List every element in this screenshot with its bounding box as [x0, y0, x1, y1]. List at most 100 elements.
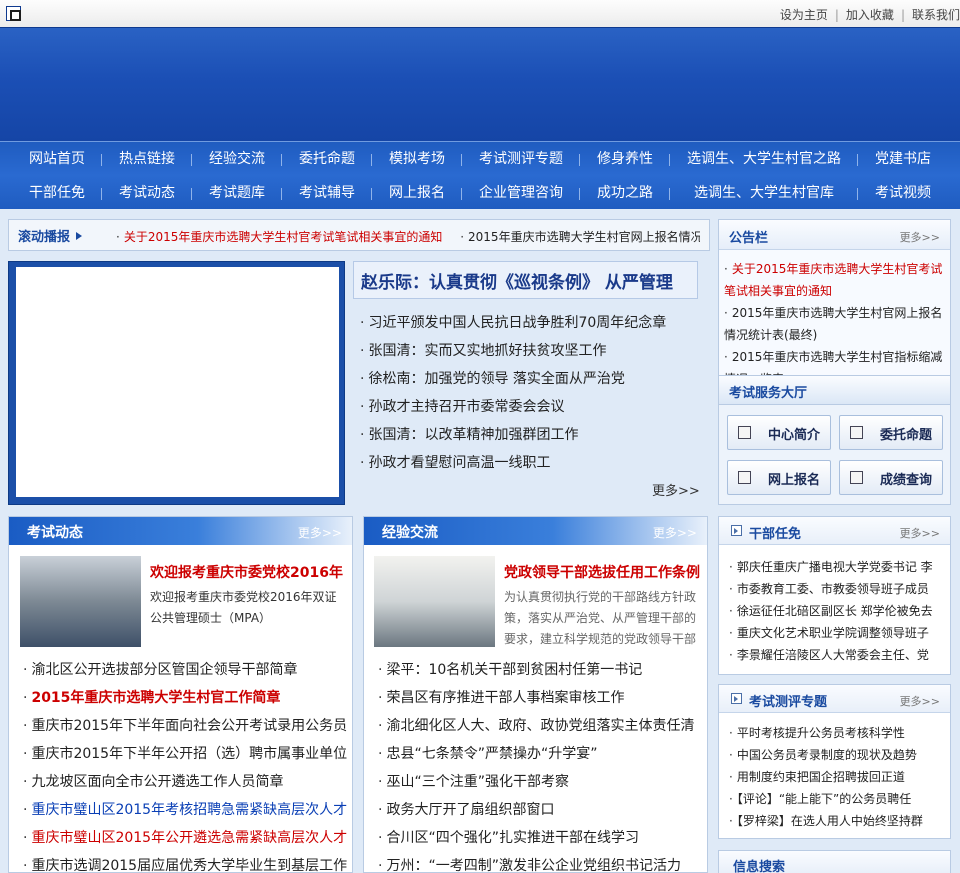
score-query-button[interactable]: 成绩查询 — [839, 460, 943, 495]
experience-more-link[interactable]: 更多>> — [653, 524, 697, 541]
notice-item[interactable]: · 关于2015年重庆市选聘大学生村官考试笔试相关事宜的通知 — [724, 258, 946, 302]
service-hall-title: 考试服务大厅 — [729, 386, 808, 401]
center-intro-button[interactable]: 中心简介 — [727, 415, 831, 450]
list-item[interactable]: · 万州：“一考四制”激发非公企业党组织书记活力 — [378, 852, 704, 873]
list-item[interactable]: · 平时考核提升公务员考核科学性 — [729, 722, 947, 744]
appointments-title: 干部任免 — [749, 527, 802, 542]
notice-more-link[interactable]: 更多>> — [900, 229, 940, 245]
list-item[interactable]: · 渝北细化区人大、政府、政协党组落实主体责任清 — [378, 712, 704, 740]
nav-question-bank[interactable]: 考试题库 — [209, 177, 265, 210]
nav-village-official-library[interactable]: 选调生、大学生村官库 — [694, 177, 834, 210]
list-item[interactable]: · 市委教育工委、市教委领导班子成员 — [729, 578, 947, 600]
list-item[interactable]: · 李景耀任涪陵区人大常委会主任、党 — [729, 644, 947, 666]
ticker-label: 滚动播报 — [18, 226, 82, 245]
nav-consulting[interactable]: 企业管理咨询 — [479, 177, 563, 210]
nav-experience[interactable]: 经验交流 — [209, 143, 265, 176]
notice-title: 公告栏 — [729, 231, 769, 246]
nav-appointments[interactable]: 干部任免 — [29, 177, 85, 210]
notice-list: · 关于2015年重庆市选聘大学生村官考试笔试相关事宜的通知 · 2015年重庆市选… — [724, 258, 946, 390]
evaluation-list: · 平时考核提升公务员考核科学性 · 中国公务员考录制度的现状及趋势 · 用制度约束把… — [729, 722, 947, 832]
nav-tutoring[interactable]: 考试辅导 — [299, 177, 355, 210]
nav-hot-links[interactable]: 热点链接 — [119, 143, 175, 176]
experience-title: 经验交流 — [382, 525, 438, 541]
exam-news-feature-text: 欢迎报考重庆市委党校2016年双证公共管理硕士（MPA） — [150, 590, 337, 625]
list-item[interactable]: · 合川区“四个强化”扎实推进干部在线学习 — [378, 824, 704, 852]
exam-news-box: 考试动态 更多>> 欢迎报考重庆市委党校2016年 欢迎报考重庆市委党校2016… — [8, 516, 353, 873]
list-item[interactable]: · 张国清：以改革精神加强群团工作 — [360, 424, 578, 444]
list-item[interactable]: · 徐松南：加强党的领导 落实全面从严治党 — [360, 368, 625, 388]
list-item[interactable]: · 政务大厅开了扇组织部窗口 — [378, 796, 704, 824]
nav-evaluation[interactable]: 考试测评专题 — [479, 143, 563, 176]
list-item[interactable]: · 【评论】“能上能下”的公务员聘任 — [729, 788, 947, 810]
exam-news-feature-title[interactable]: 欢迎报考重庆市委党校2016年 — [150, 562, 346, 582]
nav-mock-exam[interactable]: 模拟考场 — [389, 143, 445, 176]
nav-exam-video[interactable]: 考试视频 — [875, 177, 931, 210]
nav-commission[interactable]: 委托命题 — [299, 143, 355, 176]
list-item[interactable]: · 重庆市璧山区2015年考核招聘急需紧缺高层次人才 — [23, 796, 349, 824]
add-favorite-link[interactable]: 加入收藏 — [846, 8, 894, 22]
experience-feature-text: 为认真贯彻执行党的干部路线方针政策，落实从严治党、从严管理干部的要求，建立科学规… — [504, 590, 697, 646]
list-item[interactable]: · 中国公务员考录制度的现状及趋势 — [729, 744, 947, 766]
nav-online-signup[interactable]: 网上报名 — [389, 177, 445, 210]
list-item[interactable]: · 郭庆任重庆广播电视大学党委书记 李 — [729, 556, 947, 578]
list-item[interactable]: · 用制度约束把国企招聘拔回正道 — [729, 766, 947, 788]
list-item[interactable]: · 渝北区公开选拔部分区管国企领导干部简章 — [23, 656, 349, 684]
nav-home[interactable]: 网站首页 — [29, 143, 85, 176]
arrow-icon — [731, 525, 742, 536]
list-item[interactable]: · 【罗梓梁】在选人用人中始终坚持群 — [729, 810, 947, 832]
appointments-more-link[interactable]: 更多>> — [900, 525, 940, 541]
experience-list: · 梁平：10名机关干部到贫困村任第一书记 · 荣昌区有序推进干部人事档案审核工作 … — [378, 656, 704, 873]
list-item[interactable]: · 重庆文化艺术职业学院调整领导班子 — [729, 622, 947, 644]
headline-more-link[interactable]: 更多>> — [652, 480, 700, 499]
experience-box: 经验交流 更多>> 党政领导干部选拔任用工作条例 为认真贯彻执行党的干部路线方针… — [363, 516, 708, 873]
exam-news-thumbnail[interactable] — [20, 556, 141, 647]
appointments-box: 干部任免 更多>> · 郭庆任重庆广播电视大学党委书记 李 · 市委教育工委、市教委… — [718, 516, 951, 675]
set-homepage-link[interactable]: 设为主页 — [780, 8, 828, 22]
home-icon — [738, 426, 751, 439]
service-hall-header: 考试服务大厅 — [718, 375, 951, 405]
notice-item[interactable]: · 2015年重庆市选聘大学生村官网上报名情况统计表(最终) — [724, 302, 946, 346]
evaluation-box: 考试测评专题 更多>> · 平时考核提升公务员考核科学性 · 中国公务员考录制度的现… — [718, 684, 951, 839]
nav-success[interactable]: 成功之路 — [597, 177, 653, 210]
nav-party-bookstore[interactable]: 党建书店 — [875, 143, 931, 176]
list-item[interactable]: · 九龙坡区面向全市公开遴选工作人员简章 — [23, 768, 349, 796]
nav-village-official-path[interactable]: 选调生、大学生村官之路 — [687, 143, 841, 176]
list-item[interactable]: · 忠县“七条禁令”严禁操办“升学宴” — [378, 740, 704, 768]
list-item[interactable]: · 荣昌区有序推进干部人事档案审核工作 — [378, 684, 704, 712]
nav-self-cultivation[interactable]: 修身养性 — [597, 143, 653, 176]
book-icon — [738, 471, 751, 484]
experience-thumbnail[interactable] — [374, 556, 495, 647]
exam-news-more-link[interactable]: 更多>> — [298, 524, 342, 541]
list-item[interactable]: · 梁平：10名机关干部到贫困村任第一书记 — [378, 656, 704, 684]
list-item[interactable]: · 重庆市选调2015届应届优秀大学毕业生到基层工作 — [23, 852, 349, 873]
list-item[interactable]: · 重庆市2015年下半年面向社会公开考试录用公务员 — [23, 712, 349, 740]
document-icon — [850, 426, 863, 439]
main-nav: 网站首页 热点链接 经验交流 委托命题 模拟考场 考试测评专题 修身养性 选调生… — [0, 141, 960, 209]
online-signup-button[interactable]: 网上报名 — [727, 460, 831, 495]
ticker-item[interactable]: 2015年重庆市选聘大学生村官网上报名情况统 — [468, 230, 700, 244]
headline-title[interactable]: 赵乐际：认真贯彻《巡视条例》 从严管理 — [361, 268, 673, 293]
list-item[interactable]: · 张国清：实而又实地抓好扶贫攻坚工作 — [360, 340, 606, 360]
list-item[interactable]: · 2015年重庆市选聘大学生村官工作简章 — [23, 684, 349, 712]
experience-feature-title[interactable]: 党政领导干部选拔任用工作条例 — [504, 562, 700, 582]
focus-image[interactable] — [16, 267, 339, 497]
list-item[interactable]: · 巫山“三个注重”强化干部考察 — [378, 768, 704, 796]
list-item[interactable]: · 重庆市璧山区2015年公开遴选急需紧缺高层次人才 — [23, 824, 349, 852]
list-item[interactable]: · 孙政才主持召开市委常委会会议 — [360, 396, 564, 416]
ticker-item[interactable]: 关于2015年重庆市选聘大学生村官考试笔试相关事宜的通知 — [124, 230, 443, 244]
nav-exam-news[interactable]: 考试动态 — [119, 177, 175, 210]
arrow-icon — [731, 693, 742, 704]
list-item[interactable]: · 习近平颁发中国人民抗日战争胜利70周年纪念章 — [360, 312, 666, 332]
exam-news-list: · 渝北区公开选拔部分区管国企领导干部简章 · 2015年重庆市选聘大学生村官工作简… — [23, 656, 349, 873]
search-title: 信息搜索 — [733, 860, 786, 873]
commission-button[interactable]: 委托命题 — [839, 415, 943, 450]
contact-us-link[interactable]: 联系我们 — [912, 8, 960, 22]
search-box: 信息搜索 — [718, 850, 951, 873]
list-item[interactable]: · 孙政才看望慰问高温一线职工 — [360, 452, 550, 472]
ticker-items: · 关于2015年重庆市选聘大学生村官考试笔试相关事宜的通知 · 2015年重庆市选… — [116, 228, 700, 245]
evaluation-more-link[interactable]: 更多>> — [900, 693, 940, 709]
list-item[interactable]: · 重庆市2015年下半年公开招（选）聘市属事业单位 — [23, 740, 349, 768]
top-links: 设为主页 | 加入收藏 | 联系我们 — [779, 8, 960, 22]
list-item[interactable]: · 徐运征任北碚区副区长 郑学伦被免去 — [729, 600, 947, 622]
exam-news-title: 考试动态 — [27, 525, 83, 541]
